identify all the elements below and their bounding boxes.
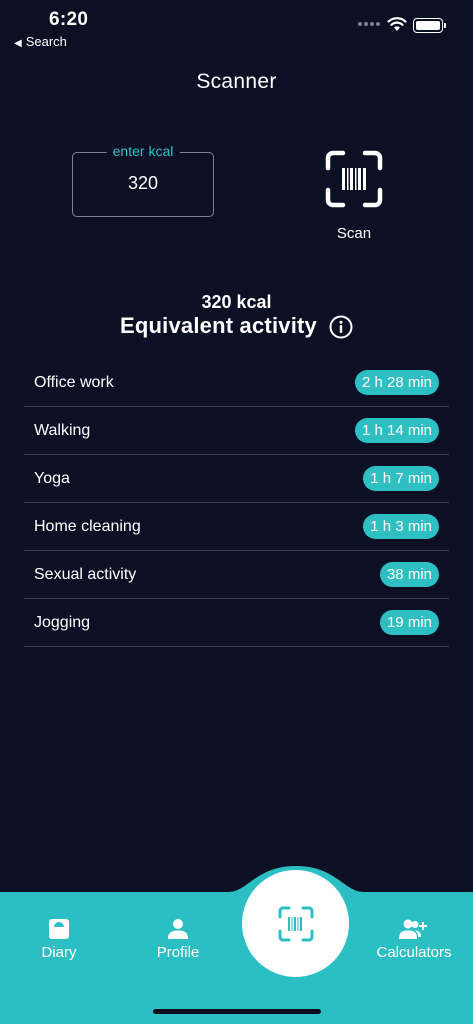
activity-name: Jogging — [34, 613, 91, 631]
bottom-nav: Diary Profile Calculators — [0, 864, 473, 1024]
duration-badge: 1 h 7 min — [363, 466, 439, 491]
user-icon — [168, 919, 188, 939]
activity-row: Office work 2 h 28 min — [24, 359, 449, 407]
activity-list: Office work 2 h 28 min Walking 1 h 14 mi… — [24, 359, 449, 647]
scale-icon — [49, 919, 69, 939]
nav-diary[interactable]: Diary — [30, 918, 88, 961]
activity-row: Jogging 19 min — [24, 599, 449, 647]
duration-badge: 2 h 28 min — [354, 370, 439, 395]
home-indicator — [153, 1009, 321, 1014]
nav-profile[interactable]: Profile — [148, 918, 208, 961]
duration-badge: 38 min — [379, 562, 439, 587]
wifi-icon — [387, 17, 407, 31]
kcal-field[interactable]: enter kcal — [72, 143, 214, 217]
nav-calculators[interactable]: Calculators — [368, 918, 460, 961]
activity-row: Sexual activity 38 min — [24, 551, 449, 599]
nav-diary-label: Diary — [41, 944, 77, 961]
activity-row: Yoga 1 h 7 min — [24, 455, 449, 503]
nav-profile-label: Profile — [156, 944, 200, 961]
signal-icon — [358, 22, 380, 28]
battery-icon — [413, 18, 446, 33]
page-title: Scanner — [196, 70, 277, 93]
activity-name: Yoga — [34, 469, 70, 487]
scan-button[interactable]: Scan — [322, 148, 386, 248]
info-icon[interactable] — [329, 315, 353, 339]
kcal-input[interactable] — [73, 173, 213, 194]
scan-label: Scan — [336, 225, 372, 242]
nav-calculators-label: Calculators — [376, 944, 452, 961]
activity-name: Home cleaning — [34, 517, 141, 535]
barcode-scan-icon — [325, 150, 383, 208]
back-to-search-link[interactable]: ◀ Search — [14, 34, 67, 49]
add-users-icon — [399, 919, 427, 939]
back-label: Search — [25, 34, 67, 49]
barcode-scan-icon — [278, 906, 314, 942]
activity-row: Home cleaning 1 h 3 min — [24, 503, 449, 551]
activity-name: Walking — [34, 421, 91, 439]
status-bar: 6:20 ◀ Search — [0, 0, 473, 56]
equivalent-activity-header: Equivalent activity — [0, 313, 473, 339]
duration-badge: 1 h 3 min — [363, 514, 439, 539]
equivalent-activity-heading: Equivalent activity — [120, 313, 317, 338]
back-triangle-icon: ◀ — [14, 38, 22, 49]
activity-name: Office work — [34, 373, 114, 391]
status-time: 6:20 — [49, 9, 89, 30]
kcal-field-label: enter kcal — [106, 143, 180, 159]
activity-name: Sexual activity — [34, 565, 137, 583]
duration-badge: 1 h 14 min — [354, 418, 439, 443]
kcal-summary: 320 kcal — [201, 292, 272, 312]
nav-scanner-button[interactable] — [242, 870, 349, 977]
duration-badge: 19 min — [379, 610, 439, 635]
activity-row: Walking 1 h 14 min — [24, 407, 449, 455]
